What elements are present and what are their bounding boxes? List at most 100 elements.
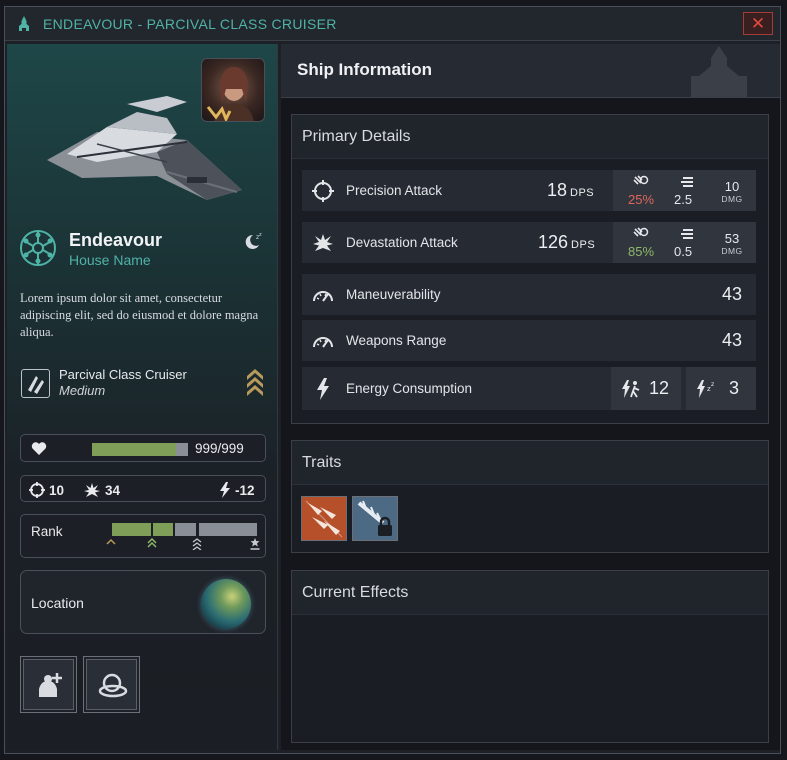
volley-trait-icon[interactable]: [301, 496, 347, 541]
damage-value: 10: [724, 179, 740, 194]
current-effects-title: Current Effects: [302, 584, 409, 601]
health-bar-fill: [92, 443, 177, 456]
fire-rate-value: 0.5: [674, 244, 693, 259]
maneuverability-row[interactable]: Maneuverability 43: [302, 274, 756, 315]
svg-text:z: z: [259, 232, 262, 238]
devastation-attack-row[interactable]: Devastation Attack 126 DPS 85% 0.5 53 DMG: [302, 222, 756, 263]
row-label: Weapons Range: [346, 333, 447, 348]
active-energy: 12: [611, 367, 681, 410]
ship-information-panel: Ship Information Primary Details Precisi…: [281, 44, 780, 750]
rank-chevron-icon: [192, 538, 202, 550]
rank-chevron-icon: [247, 369, 263, 396]
rank-segment: [199, 523, 257, 536]
locked-trait-icon[interactable]: [352, 496, 398, 541]
row-label: Energy Consumption: [346, 381, 473, 396]
rank-segment: [112, 523, 151, 536]
sleep-moon-icon[interactable]: z z: [243, 231, 263, 251]
speedometer-icon: [313, 337, 333, 348]
location-label: Location: [31, 595, 84, 611]
health-bar: [92, 443, 188, 456]
primary-details-section: Primary Details Precision Attack 18 DPS 2…: [291, 114, 769, 424]
energy-consumption-row[interactable]: Energy Consumption 12 zz 3: [302, 367, 756, 410]
health-value: 999/999: [195, 441, 244, 456]
lightning-icon: [220, 482, 230, 498]
planet-icon: [201, 579, 251, 629]
row-label: Maneuverability: [346, 287, 441, 302]
rank-progress: Rank: [20, 514, 266, 558]
location-card[interactable]: Location: [20, 570, 266, 634]
fire-rate-icon: [681, 177, 693, 187]
captain-portrait[interactable]: [201, 58, 265, 122]
row-label: Precision Attack: [346, 183, 443, 198]
current-effects-section: Current Effects: [291, 570, 769, 743]
ship-class-name: Parcival Class Cruiser: [59, 367, 187, 382]
title-bar: ENDEAVOUR - PARCIVAL CLASS CRUISER ✕: [5, 7, 780, 41]
lightning-icon: [317, 378, 329, 400]
close-icon: ✕: [750, 14, 766, 33]
ship-overview-panel: Endeavour House Name z z Lorem ipsum dol…: [7, 44, 278, 750]
weapons-range-row[interactable]: Weapons Range 43: [302, 320, 756, 361]
current-effects-header: Current Effects: [292, 571, 768, 615]
explosion-icon: [84, 483, 100, 497]
idle-energy-value: 3: [729, 378, 740, 398]
dps-unit: DPS: [570, 187, 595, 199]
energy-value: -12: [235, 483, 255, 498]
hit-chance-icon: [633, 175, 649, 185]
hull-health: 999/999: [20, 434, 266, 462]
hit-chance-value: 25%: [628, 192, 655, 207]
weapons-range-value: 43: [722, 330, 743, 350]
dps-value: 18 DPS: [547, 180, 594, 201]
precision-stat: 10: [29, 482, 64, 498]
precision-value: 10: [49, 483, 65, 498]
heart-icon: [31, 442, 47, 455]
damage-label: DMG: [721, 194, 743, 204]
add-captain-icon: [39, 673, 62, 697]
dps-value: 126 DPS: [538, 232, 595, 253]
ship-name: Endeavour: [69, 230, 163, 250]
dps-number: 126: [538, 232, 569, 252]
rank-segment: [153, 523, 173, 536]
active-energy-value: 12: [649, 378, 670, 398]
hit-chance-icon: [633, 227, 649, 237]
crosshair-icon: [312, 180, 334, 202]
devastation-value: 34: [105, 483, 121, 498]
dps-number: 18: [547, 180, 568, 200]
rank-label: Rank: [31, 524, 63, 539]
idle-energy: zz 3: [686, 367, 756, 410]
speedometer-icon: [313, 291, 333, 302]
rank-chevron-icon: [106, 538, 116, 545]
dps-unit: DPS: [571, 239, 596, 251]
ship-class-size: Medium: [59, 383, 106, 398]
attack-details: 25% 2.5 10 DMG: [613, 170, 756, 211]
energy-stat: -12: [219, 482, 255, 498]
traits-section: Traits: [291, 440, 769, 553]
idle-energy-icon: zz: [697, 380, 714, 398]
maneuverability-value: 43: [722, 284, 743, 304]
close-button[interactable]: ✕: [743, 12, 773, 35]
traits-header: Traits: [292, 441, 768, 485]
rank-star-icon: [250, 538, 260, 550]
hit-chance-value: 85%: [628, 244, 655, 259]
primary-details-title: Primary Details: [302, 128, 411, 145]
rank-chevron-icon: [147, 538, 157, 548]
damage-value: 53: [724, 231, 740, 246]
ship-silhouette-icon: [19, 16, 29, 31]
house-emblem-icon: [20, 230, 56, 266]
info-title: Ship Information: [297, 60, 433, 79]
crosshair-icon: [29, 482, 45, 498]
ship-window: ENDEAVOUR - PARCIVAL CLASS CRUISER ✕ End…: [4, 6, 781, 754]
devastation-stat: 34: [83, 482, 120, 498]
damage-label: DMG: [721, 246, 743, 256]
primary-details-header: Primary Details: [292, 115, 768, 159]
rank-segment: [175, 523, 196, 536]
orbit-button[interactable]: [83, 656, 140, 713]
row-label: Devastation Attack: [346, 235, 458, 250]
ship-silhouette-icon: [691, 46, 747, 98]
fire-rate-value: 2.5: [674, 192, 693, 207]
precision-attack-row[interactable]: Precision Attack 18 DPS 25% 2.5 10 DMG: [302, 170, 756, 211]
info-header: Ship Information: [281, 44, 780, 98]
assign-captain-button[interactable]: [20, 656, 77, 713]
window-title: ENDEAVOUR - PARCIVAL CLASS CRUISER: [43, 16, 337, 32]
combat-stats: 10 34 -12: [20, 475, 266, 502]
house-name[interactable]: House Name: [69, 252, 151, 268]
